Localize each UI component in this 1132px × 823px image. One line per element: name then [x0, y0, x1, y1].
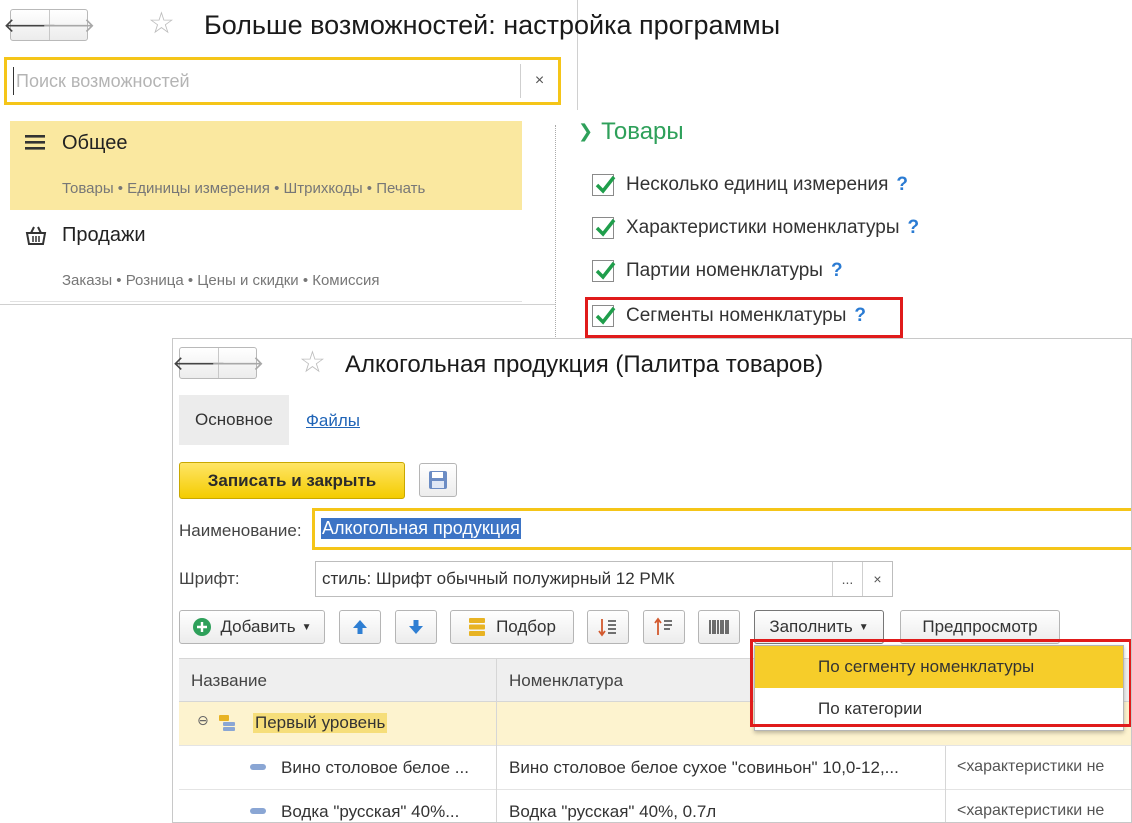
sort-ascending-icon	[598, 619, 616, 637]
section-subtitle: Заказы • Розница • Цены и скидки • Комис…	[62, 272, 380, 289]
option-row: Партии номенклатуры ?	[592, 260, 843, 282]
option-label: Партии номенклатуры	[626, 260, 823, 281]
plus-circle-icon	[193, 618, 212, 636]
name-input[interactable]: Алкогольная продукция	[312, 508, 1131, 550]
forward-button[interactable]: 🡒	[211, 348, 264, 378]
table-row[interactable]: Водка "русская" 40%... Водка "русская" 4…	[179, 790, 1131, 822]
search-box: ×	[4, 57, 561, 105]
row-name: Водка "русская" 40%...	[281, 802, 460, 821]
save-and-close-button[interactable]: Записать и закрыть	[179, 462, 405, 499]
column-divider	[945, 746, 946, 790]
favorite-star-icon[interactable]: ☆	[148, 9, 175, 39]
forward-button[interactable]: 🡒	[42, 10, 95, 40]
list-icon	[24, 132, 46, 159]
section-subtitle: Товары • Единицы измерения • Штрихкоды •…	[62, 180, 426, 197]
highlight-frame	[585, 297, 903, 338]
chevron-down-icon: ❯	[578, 121, 594, 141]
clear-search-icon[interactable]: ×	[520, 64, 558, 98]
group-icon	[219, 715, 235, 731]
option-label: Характеристики номенклатуры	[626, 217, 900, 238]
row-name: Вино столовое белое ...	[281, 758, 469, 777]
font-value: стиль: Шрифт обычный полужирный 12 РМК	[322, 569, 675, 588]
column-divider	[496, 790, 497, 822]
item-icon	[250, 764, 266, 770]
help-icon[interactable]: ?	[896, 174, 908, 196]
column-divider	[945, 790, 946, 822]
item-icon	[250, 808, 266, 814]
window-title: Больше возможностей: настройка программы	[204, 10, 781, 40]
checkbox[interactable]	[592, 174, 616, 196]
collapse-icon[interactable]: ⊖	[197, 712, 209, 729]
row-extra: <характеристики не	[957, 758, 1105, 775]
fill-button-label: Заполнить	[769, 617, 853, 636]
barcode-button[interactable]	[698, 610, 740, 644]
move-down-button[interactable]	[395, 610, 437, 644]
row-name: Первый уровень	[253, 713, 388, 733]
move-up-button[interactable]	[339, 610, 381, 644]
pick-button[interactable]: Подбор	[450, 610, 574, 644]
sort-asc-button[interactable]	[587, 610, 629, 644]
row-extra: <характеристики не	[957, 802, 1105, 819]
checkbox[interactable]	[592, 217, 616, 239]
search-input[interactable]	[13, 67, 513, 95]
row-item: Водка "русская" 40%, 0.7л	[509, 802, 717, 821]
window-title: Алкогольная продукция (Палитра товаров)	[345, 351, 824, 378]
add-button-label: Добавить	[220, 617, 296, 636]
highlight-frame	[750, 639, 1131, 727]
pick-button-label: Подбор	[496, 617, 556, 636]
font-select-button[interactable]: ...	[832, 562, 862, 596]
basket-icon	[24, 224, 48, 251]
column-header-name[interactable]: Название	[191, 671, 267, 691]
favorite-star-icon[interactable]: ☆	[299, 348, 326, 378]
checkbox[interactable]	[592, 260, 616, 282]
sort-desc-button[interactable]	[643, 610, 685, 644]
stack-icon	[469, 618, 486, 636]
column-divider	[496, 659, 497, 703]
font-clear-button[interactable]: ×	[862, 562, 892, 596]
row-item: Вино столовое белое сухое "совиньон" 10,…	[509, 758, 899, 777]
arrow-up-icon	[353, 620, 367, 634]
section-title: Продажи	[62, 224, 146, 246]
tab-files[interactable]: Файлы	[306, 411, 360, 431]
nav-buttons: 🡐 🡒	[3, 9, 95, 41]
dropdown-arrow-icon: ▼	[301, 621, 312, 633]
settings-window: 🡐 🡒 ☆ Больше возможностей: настройка про…	[0, 0, 780, 305]
option-label: Несколько единиц измерения	[626, 174, 889, 195]
save-button[interactable]	[419, 463, 457, 497]
nav-buttons: 🡐 🡒	[173, 347, 264, 379]
tab-main[interactable]: Основное	[179, 395, 289, 445]
help-icon[interactable]: ?	[908, 217, 920, 239]
font-field[interactable]: стиль: Шрифт обычный полужирный 12 РМК .…	[315, 561, 893, 597]
group-title: Товары	[601, 118, 684, 145]
sort-descending-icon	[654, 617, 672, 635]
add-button[interactable]: Добавить ▼	[179, 610, 325, 644]
floppy-disk-icon	[429, 471, 447, 489]
name-value: Алкогольная продукция	[321, 518, 521, 539]
section-title: Общее	[62, 132, 128, 154]
column-divider	[496, 746, 497, 790]
arrow-down-icon	[409, 620, 423, 634]
barcode-icon	[709, 620, 729, 634]
column-header-item[interactable]: Номенклатура	[509, 671, 623, 691]
section-general[interactable]: Общее Товары • Единицы измерения • Штрих…	[10, 121, 522, 210]
panel-divider	[555, 125, 556, 345]
group-header-goods[interactable]: ❯ Товары	[578, 118, 684, 146]
font-label: Шрифт:	[179, 569, 240, 588]
dropdown-arrow-icon: ▼	[858, 621, 869, 633]
column-divider	[496, 702, 497, 746]
option-row: Несколько единиц измерения ?	[592, 174, 908, 196]
product-palette-window: 🡐 🡒 ☆ Алкогольная продукция (Палитра тов…	[172, 338, 1132, 823]
section-sales[interactable]: Продажи Заказы • Розница • Цены и скидки…	[10, 212, 522, 302]
table-row[interactable]: Вино столовое белое ... Вино столовое бе…	[179, 746, 1131, 790]
name-label: Наименование:	[179, 521, 302, 540]
option-row: Характеристики номенклатуры ?	[592, 217, 919, 239]
help-icon[interactable]: ?	[831, 260, 843, 282]
